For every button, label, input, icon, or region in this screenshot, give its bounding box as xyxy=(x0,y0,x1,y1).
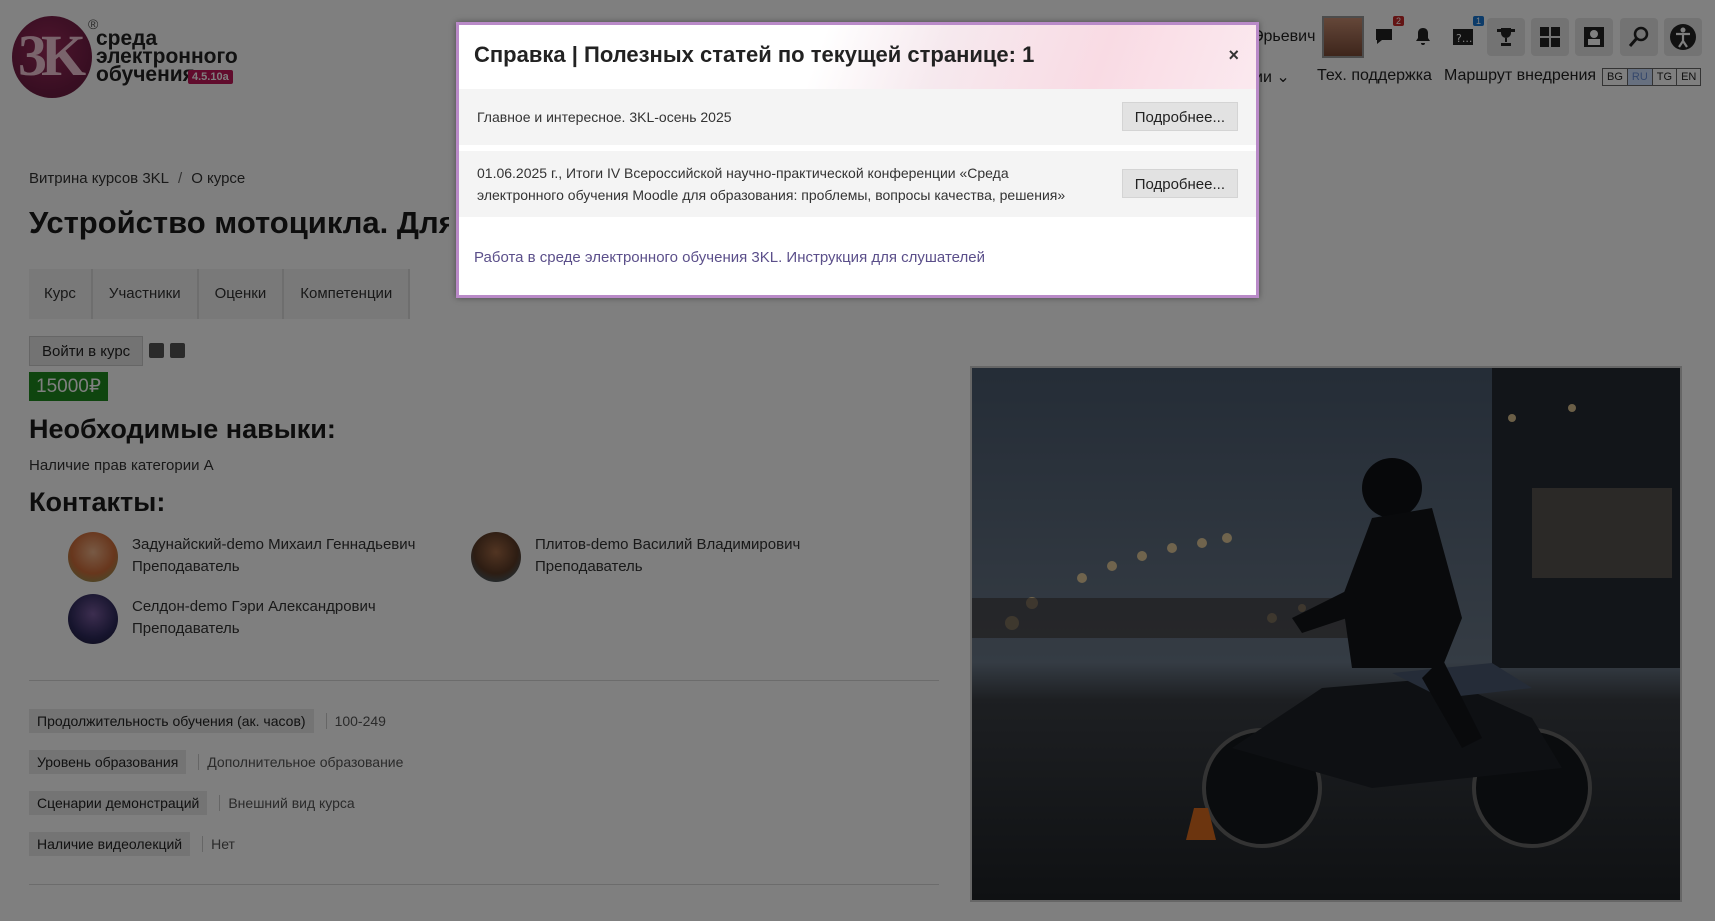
help-modal: Справка | Полезных статей по текущей стр… xyxy=(456,22,1259,298)
close-icon[interactable]: × xyxy=(1228,45,1239,66)
article-title-line-1: 01.06.2025 г., Итоги IV Всероссийской на… xyxy=(477,165,1009,181)
article-item: 01.06.2025 г., Итоги IV Всероссийской на… xyxy=(459,151,1256,217)
article-more-button[interactable]: Подробнее... xyxy=(1121,102,1238,131)
modal-header: Справка | Полезных статей по текущей стр… xyxy=(459,25,1256,89)
instruction-link[interactable]: Работа в среде электронного обучения 3KL… xyxy=(474,249,985,266)
article-title-line-2: электронного обучения Moodle для образов… xyxy=(477,187,1066,203)
article-item: Главное и интересное. 3KL-осень 2025 Под… xyxy=(459,89,1256,145)
modal-title: Справка | Полезных статей по текущей стр… xyxy=(474,42,1035,67)
article-title: 01.06.2025 г., Итоги IV Всероссийской на… xyxy=(477,162,1065,206)
article-more-button[interactable]: Подробнее... xyxy=(1121,169,1238,198)
article-title: Главное и интересное. 3KL-осень 2025 xyxy=(477,109,732,125)
